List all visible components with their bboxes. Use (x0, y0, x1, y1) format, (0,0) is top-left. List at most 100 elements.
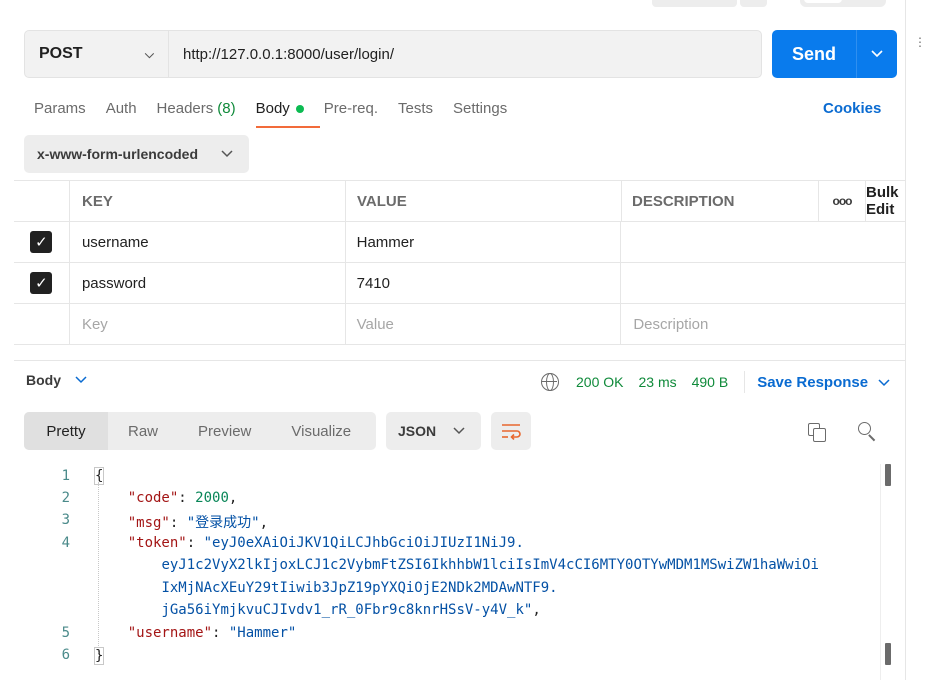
description-cell[interactable] (621, 222, 905, 262)
tab-tests[interactable]: Tests (398, 100, 433, 128)
tab-auth[interactable]: Auth (106, 100, 137, 128)
scrollbar-thumb[interactable] (885, 464, 891, 486)
response-body-code[interactable]: 1 2 3 4 5 6 { "code": 2000, "msg": "登录成功… (0, 464, 905, 680)
row-checkbox[interactable]: ✓ (30, 231, 53, 253)
line-number: 6 (61, 647, 70, 663)
description-cell[interactable] (621, 263, 905, 303)
response-view-tabs: Pretty Raw Preview Visualize (24, 412, 376, 450)
column-header-value: VALUE (346, 181, 622, 221)
response-section-label: Body (26, 372, 61, 388)
code-line-wrapped: eyJ1c2VyX2lkIjoxLCJ1c2VybmFtZSI6IkhhbW1l… (161, 557, 819, 573)
row-checkbox[interactable]: ✓ (30, 272, 53, 294)
response-status-bar: 200 OK 23 ms 490 B Save Response (541, 371, 890, 393)
tab-headers[interactable]: Headers (8) (157, 100, 236, 128)
more-vertical-icon[interactable]: ⋮ (914, 36, 926, 48)
more-horizontal-icon: ooo (832, 194, 853, 208)
request-tabs: Params Auth Headers (8) Body Pre-req. Tes… (34, 100, 527, 130)
more-options-button[interactable]: ooo (819, 181, 866, 221)
value-cell[interactable]: 7410 (346, 263, 622, 303)
top-toolbar-button-small[interactable] (740, 0, 767, 7)
tab-pre-request[interactable]: Pre-req. (324, 100, 378, 128)
bracket-match: } (94, 647, 105, 665)
wrap-lines-icon (502, 424, 521, 440)
tab-params[interactable]: Params (34, 100, 86, 128)
copy-icon[interactable] (808, 423, 826, 442)
top-toolbar-button[interactable] (652, 0, 737, 7)
chevron-down-icon[interactable] (857, 30, 897, 78)
key-input-placeholder[interactable]: Key (70, 304, 346, 344)
code-line: "code": 2000, (127, 490, 238, 506)
format-label: JSON (398, 423, 437, 439)
code-line-wrapped: jGa56iYmjkvuCJIvdv1_rR_0Fbr9c8knrHSsV-y4… (161, 602, 541, 618)
tab-body[interactable]: Body (255, 100, 321, 128)
body-indicator-dot (295, 105, 304, 113)
tab-pretty[interactable]: Pretty (24, 412, 108, 450)
method-label: POST (39, 45, 83, 62)
value-input-placeholder[interactable]: Value (346, 304, 622, 344)
toggle-knob (804, 0, 842, 3)
chevron-down-icon: ⌵ (144, 46, 154, 61)
status-divider (744, 371, 746, 393)
line-number: 1 (61, 468, 70, 484)
top-toggle[interactable] (800, 0, 886, 7)
globe-icon[interactable] (541, 373, 559, 391)
line-number: 3 (61, 512, 70, 528)
row-checkbox-cell: ✓ (14, 222, 70, 262)
table-row: ✓ password 7410 (14, 263, 905, 304)
response-size[interactable]: 490 B (692, 374, 729, 390)
response-section-toggle[interactable]: Body (26, 372, 87, 388)
chevron-down-icon (878, 376, 890, 390)
chevron-down-icon (453, 424, 465, 438)
method-select[interactable]: POST ⌵ (25, 31, 169, 77)
body-type-label: x-www-form-urlencoded (37, 146, 199, 162)
table-row-empty: Key Value Description (14, 304, 905, 345)
column-header-key: KEY (70, 181, 346, 221)
column-header-description: DESCRIPTION (622, 181, 819, 221)
code-line: } (94, 647, 105, 665)
row-checkbox-cell: ✓ (14, 263, 70, 303)
scrollbar-thumb[interactable] (885, 643, 891, 665)
request-bar: POST ⌵ http://127.0.0.1:8000/user/login/ (24, 30, 762, 78)
tab-raw[interactable]: Raw (108, 412, 178, 450)
bulk-edit-button[interactable]: Bulk Edit (866, 181, 905, 221)
send-label: Send (772, 30, 857, 78)
key-cell[interactable]: password (70, 263, 346, 303)
tab-visualize[interactable]: Visualize (271, 412, 371, 450)
table-row: ✓ username Hammer (14, 222, 905, 263)
description-input-placeholder[interactable]: Description (621, 304, 905, 344)
tab-preview[interactable]: Preview (178, 412, 271, 450)
response-time[interactable]: 23 ms (638, 374, 676, 390)
body-type-select[interactable]: x-www-form-urlencoded (24, 135, 249, 173)
save-response-label: Save Response (757, 373, 869, 391)
key-cell[interactable]: username (70, 222, 346, 262)
status-code[interactable]: 200 OK (576, 374, 623, 390)
code-line: "token": "eyJ0eXAiOiJKV1QiLCJhbGciOiJIUz… (127, 535, 524, 551)
format-select[interactable]: JSON (386, 412, 481, 450)
chevron-down-icon (75, 373, 87, 387)
url-input[interactable]: http://127.0.0.1:8000/user/login/ (169, 46, 394, 63)
send-button[interactable]: Send (772, 30, 897, 78)
cookies-link[interactable]: Cookies (823, 100, 881, 117)
table-header-row: KEY VALUE DESCRIPTION ooo Bulk Edit (14, 181, 905, 222)
params-table: KEY VALUE DESCRIPTION ooo Bulk Edit ✓ us… (14, 180, 905, 345)
line-number: 2 (61, 490, 70, 506)
wrap-lines-button[interactable] (491, 412, 531, 450)
tab-settings[interactable]: Settings (453, 100, 507, 128)
section-divider[interactable] (14, 360, 905, 361)
scroll-track (880, 464, 881, 680)
line-number: 5 (61, 625, 70, 641)
bracket-match: { (94, 467, 105, 485)
save-response-button[interactable]: Save Response (757, 374, 890, 391)
row-checkbox-cell (14, 304, 70, 344)
code-line: "msg": "登录成功", (127, 515, 269, 531)
code-line: { (94, 467, 105, 485)
header-checkbox-cell (14, 181, 70, 221)
line-number: 4 (61, 535, 70, 551)
code-line-wrapped: IxMjNAcXEuY29tIiwib3JpZ19pYXQiOjE2NDk2MD… (161, 580, 558, 596)
chevron-down-icon (221, 147, 233, 161)
search-icon[interactable] (858, 422, 878, 442)
headers-count: (8) (217, 100, 236, 117)
code-line: "username": "Hammer" (127, 625, 297, 641)
value-cell[interactable]: Hammer (346, 222, 622, 262)
right-sidebar: ⋮ (905, 0, 930, 680)
